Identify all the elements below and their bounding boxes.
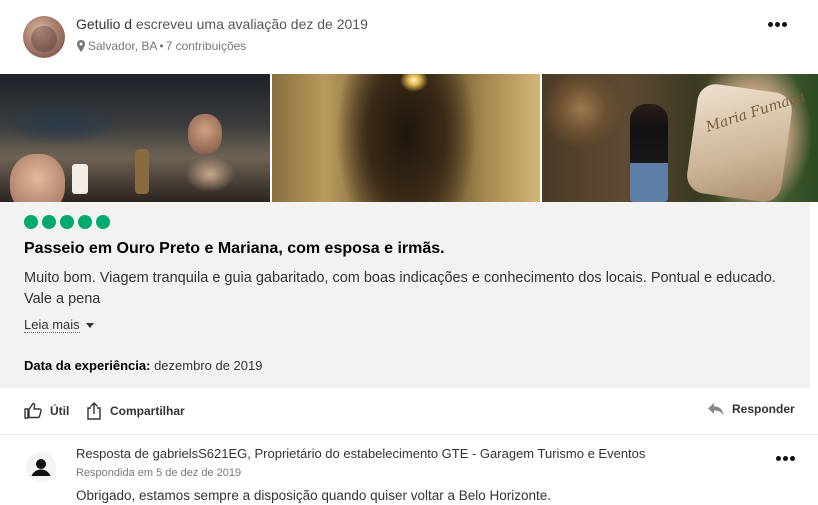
experience-value: dezembro de 2019 bbox=[150, 358, 263, 373]
more-options-icon[interactable] bbox=[765, 17, 789, 31]
review-photos: Maria Fumaça bbox=[0, 74, 818, 202]
review-body: Muito bom. Viagem tranquila e guia gabar… bbox=[24, 270, 776, 307]
map-pin-icon bbox=[77, 40, 85, 52]
more-options-icon[interactable] bbox=[773, 451, 797, 465]
experience-label: Data da experiência: bbox=[24, 358, 151, 373]
review-action-text: escreveu uma avaliação dez de 2019 bbox=[132, 16, 368, 32]
author-meta: Salvador, BA • 7 contribuições bbox=[76, 39, 246, 53]
review-byline: Getulio d escreveu uma avaliação dez de … bbox=[76, 16, 368, 32]
review-content: Passeio em Ouro Preto e Mariana, com esp… bbox=[0, 202, 810, 388]
share-label: Compartilhar bbox=[110, 404, 185, 418]
useful-label: Útil bbox=[50, 403, 70, 418]
thumbs-up-icon bbox=[24, 402, 42, 419]
experience-date: Data da experiência: dezembro de 2019 bbox=[24, 358, 262, 373]
read-more-label: Leia mais bbox=[24, 317, 80, 333]
author-contributions: 7 contribuições bbox=[165, 39, 247, 53]
meta-separator: • bbox=[159, 39, 164, 53]
chevron-down-icon bbox=[85, 322, 94, 328]
review-photo[interactable]: Maria Fumaça bbox=[542, 74, 818, 202]
reply-button[interactable]: Responder bbox=[708, 402, 795, 416]
review-photo[interactable] bbox=[0, 74, 270, 202]
response-date: Respondida em 5 de dez de 2019 bbox=[76, 467, 242, 479]
rating-bubble bbox=[24, 215, 38, 229]
rating-bubble bbox=[96, 215, 110, 229]
reply-label: Responder bbox=[732, 402, 795, 416]
review-title[interactable]: Passeio em Ouro Preto e Mariana, com esp… bbox=[24, 240, 445, 258]
share-button[interactable]: Compartilhar bbox=[86, 402, 185, 420]
rating-bubble bbox=[60, 215, 74, 229]
rating-bubble bbox=[78, 215, 92, 229]
response-title: Resposta de gabrielsS621EG, Proprietário… bbox=[76, 446, 646, 461]
author-avatar[interactable] bbox=[23, 16, 65, 58]
share-icon bbox=[87, 402, 101, 420]
response-body: Obrigado, estamos sempre a disposição qu… bbox=[76, 488, 552, 503]
user-avatar-icon bbox=[26, 452, 56, 482]
author-location: Salvador, BA bbox=[88, 39, 158, 53]
review-header: Getulio d escreveu uma avaliação dez de … bbox=[0, 0, 818, 74]
reply-arrow-icon bbox=[708, 402, 724, 415]
read-more-button[interactable]: Leia mais bbox=[24, 317, 94, 333]
owner-response: Resposta de gabrielsS621EG, Proprietário… bbox=[0, 435, 818, 505]
review-actions: Útil Compartilhar Responder bbox=[0, 388, 818, 434]
review-photo[interactable] bbox=[272, 74, 540, 202]
author-name[interactable]: Getulio d bbox=[76, 16, 132, 32]
rating-bubble bbox=[42, 215, 56, 229]
useful-button[interactable]: Útil bbox=[24, 402, 69, 419]
rating-bubbles bbox=[24, 215, 110, 229]
